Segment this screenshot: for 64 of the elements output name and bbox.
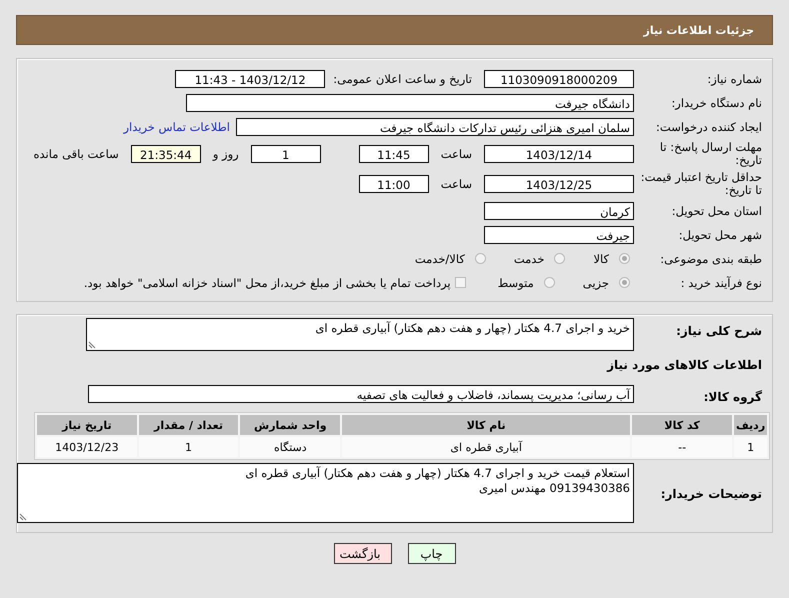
radio-button[interactable] — [544, 277, 555, 288]
radio-button[interactable] — [474, 253, 486, 264]
field-label: شهر محل تحویل: — [678, 228, 763, 242]
column-header: کد کالا — [632, 415, 732, 435]
column-header: ردیف — [734, 415, 767, 435]
field-label: استان محل تحویل: — [670, 204, 763, 218]
radio-label: کالا/خدمت — [414, 252, 465, 266]
field-label: شرح کلی نیاز: — [675, 323, 763, 338]
field-label: روز و — [211, 146, 240, 160]
field-label: ساعت باقی مانده — [32, 146, 120, 160]
column-header: نام کالا — [342, 415, 630, 435]
notes-text: 09139430386 مهندس امیری — [478, 481, 630, 496]
column-header: واحد شمارش — [240, 415, 340, 435]
radio-button[interactable] — [619, 253, 630, 264]
date-field: 1403/12/14 — [484, 144, 634, 162]
radio-button[interactable] — [619, 277, 630, 288]
notes-text: استعلام قیمت خرید و اجرای 4.7 هکتار (چهار و هفت دهم هکتار) آبیاری قطره ای — [244, 466, 630, 481]
field-label: تاریخ و ساعت اعلان عمومی: — [332, 72, 473, 86]
column-header: تعداد / مقدار — [138, 415, 238, 435]
need-number-field: 1103090918000209 — [484, 70, 634, 88]
description-text: خرید و اجرای 4.7 هکتار (چهار و هفت دهم هکتار) آبیاری قطره ای — [315, 321, 630, 335]
radio-label: کالا — [593, 252, 609, 266]
time-field: 11:00 — [358, 174, 429, 192]
field-label: حداقل تاریخ اعتبار قیمت: تا تاریخ: — [640, 170, 763, 196]
field-label: طبقه بندی موضوعی: — [659, 252, 763, 266]
city-field: جیرفت — [484, 226, 634, 244]
resize-grip-icon — [19, 513, 27, 521]
field-label: نام دستگاه خریدار: — [670, 96, 763, 110]
table-cell: 1403/12/23 — [37, 437, 137, 457]
resize-grip-icon — [88, 341, 96, 349]
checkbox[interactable] — [454, 277, 466, 288]
radio-button[interactable] — [554, 253, 566, 264]
field-label: مهلت ارسال پاسخ: تا تاریخ: — [658, 140, 763, 166]
field-label: ساعت — [440, 176, 473, 190]
days-field: 1 — [250, 144, 321, 162]
field-label: گروه کالا: — [702, 389, 763, 404]
date-field: 1403/12/25 — [484, 174, 634, 192]
table-cell: 1 — [138, 437, 238, 457]
goods-group-field: آب رسانی؛ مدیریت پسماند، فاضلاب و فعالیت های تصفیه — [88, 385, 634, 403]
field-label: ساعت — [440, 146, 473, 160]
announce-date-field: 1403/12/12 - 11:43 — [175, 70, 326, 88]
print-button[interactable]: چاپ — [408, 543, 456, 564]
remaining-time-field: 21:35:44 — [130, 144, 201, 162]
table-cell: آبیاری قطره ای — [342, 437, 630, 457]
buyer-org-field: دانشگاه جیرفت — [186, 94, 634, 112]
section-heading: اطلاعات کالاهای مورد نیاز — [606, 357, 763, 374]
radio-label: جزیی — [582, 276, 609, 290]
contact-link[interactable]: اطلاعات تماس خریدار — [123, 120, 236, 134]
radio-label: خدمت — [514, 252, 544, 266]
table-cell: 1 — [734, 437, 767, 457]
field-label: توضیحات خریدار: — [660, 486, 763, 501]
province-field: کرمان — [484, 202, 634, 220]
checkbox-label: پرداخت تمام یا بخشی از مبلغ خرید،از محل "اسناد خزانه اسلامی" خواهد بود. — [84, 276, 451, 290]
time-field: 11:45 — [358, 144, 429, 162]
radio-label: متوسط — [498, 276, 534, 290]
table-cell: -- — [632, 437, 732, 457]
field-label: شماره نیاز: — [706, 72, 763, 86]
field-label: نوع فرآیند خرید : — [680, 276, 763, 290]
back-button[interactable]: بازگشت — [334, 543, 392, 564]
page-title: جزئیات اطلاعات نیاز — [644, 24, 754, 36]
field-label: ایجاد کننده درخواست: — [655, 120, 763, 134]
requester-field: سلمان امیری هنزائی رئیس تدارکات دانشگاه جیرفت — [236, 118, 634, 136]
column-header: تاریخ نیاز — [37, 415, 137, 435]
table-cell: دستگاه — [240, 437, 340, 457]
